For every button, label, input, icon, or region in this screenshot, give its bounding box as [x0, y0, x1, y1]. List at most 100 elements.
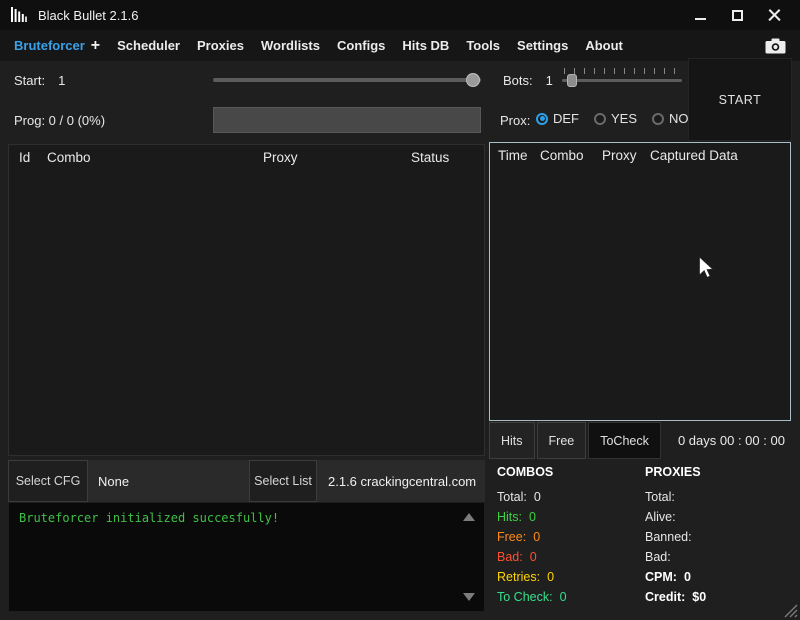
start-label: Start: [14, 73, 45, 89]
menu-item-scheduler[interactable]: Scheduler [117, 38, 180, 53]
window-controls [693, 8, 790, 23]
proxies-title: PROXIES [645, 465, 790, 487]
stat-label: Retries: [497, 570, 540, 584]
select-list-button[interactable]: Select List [249, 460, 317, 502]
prox-radio-group: DEF YES NO [536, 111, 689, 126]
tab-tocheck[interactable]: ToCheck [588, 422, 661, 459]
camera-icon[interactable] [765, 38, 786, 54]
radio-no-icon [652, 113, 664, 125]
column-header-status[interactable]: Status [411, 150, 449, 165]
app-logo-icon [10, 6, 28, 24]
column-header-hits-proxy[interactable]: Proxy [602, 148, 637, 163]
maximize-button[interactable] [730, 8, 745, 23]
tab-hits[interactable]: Hits [489, 422, 535, 459]
bots-slider-thumb[interactable] [567, 74, 577, 87]
scroll-up-icon[interactable] [463, 513, 475, 521]
progress-label: Prog: 0 / 0 (0%) [14, 113, 105, 129]
tab-free[interactable]: Free [537, 422, 587, 459]
stat-row-hits: Hits: 0 [497, 507, 642, 527]
prox-label: Prox: [500, 113, 530, 129]
bots-field: Bots: 1 [503, 73, 553, 89]
prox-option-yes[interactable]: YES [594, 111, 637, 126]
start-field: Start: 1 [14, 73, 65, 89]
stat-row-proxies-total: Total: [645, 487, 790, 507]
stat-value: 0 [560, 590, 567, 604]
column-header-id[interactable]: Id [19, 150, 30, 165]
config-bar: Select CFG None Select List 2.1.6 cracki… [8, 460, 485, 502]
stat-label: To Check: [497, 590, 553, 604]
menu-item-hitsdb[interactable]: Hits DB [402, 38, 449, 53]
start-slider-track[interactable] [213, 78, 481, 82]
maximize-icon [732, 10, 743, 21]
progress-bar [213, 107, 481, 133]
combos-title: COMBOS [497, 465, 642, 487]
stat-value: 0 [533, 530, 540, 544]
stat-value: 0 [547, 570, 554, 584]
stat-value: 0 [684, 570, 691, 584]
column-header-proxy[interactable]: Proxy [263, 150, 298, 165]
log-output[interactable]: Bruteforcer initialized succesfully! [8, 502, 485, 612]
results-panel: Id Combo Proxy Status [8, 144, 485, 456]
menu-item-wordlists[interactable]: Wordlists [261, 38, 320, 53]
stat-label: Total: [497, 490, 527, 504]
stat-value: 0 [530, 550, 537, 564]
prox-option-def[interactable]: DEF [536, 111, 579, 126]
start-value: 1 [58, 73, 65, 89]
radio-yes-label: YES [611, 111, 637, 126]
stat-row-alive: Alive: [645, 507, 790, 527]
hits-list[interactable] [490, 169, 790, 420]
hits-panel: Time Combo Proxy Captured Data [489, 142, 791, 421]
menubar: Bruteforcer + Scheduler Proxies Wordlist… [0, 30, 800, 61]
minimize-icon [695, 18, 706, 20]
bots-value: 1 [546, 73, 553, 89]
resize-grip[interactable] [784, 604, 798, 618]
close-button[interactable] [767, 8, 782, 23]
stat-row-proxies-bad: Bad: [645, 547, 790, 567]
stat-row-credit: Credit: $0 [645, 587, 790, 607]
proxies-stats: PROXIES Total: Alive: Banned: Bad: CPM: … [645, 465, 790, 607]
radio-no-label: NO [669, 111, 689, 126]
menu-item-tools[interactable]: Tools [466, 38, 500, 53]
column-header-combo[interactable]: Combo [47, 150, 91, 165]
start-slider[interactable] [213, 70, 481, 90]
stat-row-free: Free: 0 [497, 527, 642, 547]
prox-option-no[interactable]: NO [652, 111, 689, 126]
elapsed-timer: 0 days 00 : 00 : 00 [663, 422, 800, 459]
menu-item-about[interactable]: About [585, 38, 623, 53]
menu-item-proxies[interactable]: Proxies [197, 38, 244, 53]
radio-def-label: DEF [553, 111, 579, 126]
stat-label: Total: [645, 490, 675, 504]
start-button[interactable]: START [688, 58, 792, 141]
menu-item-bruteforcer[interactable]: Bruteforcer [14, 38, 85, 53]
menu-item-configs[interactable]: Configs [337, 38, 385, 53]
column-header-captured-data[interactable]: Captured Data [650, 148, 738, 163]
stat-row-cpm: CPM: 0 [645, 567, 790, 587]
stat-value: $0 [692, 590, 706, 604]
radio-yes-icon [594, 113, 606, 125]
config-name-value: None [88, 460, 249, 502]
stat-label: CPM: [645, 570, 677, 584]
minimize-button[interactable] [693, 8, 708, 23]
pin-plus-icon[interactable]: + [91, 37, 100, 55]
hits-header-row: Time Combo Proxy Captured Data [490, 143, 790, 169]
bots-slider-track[interactable] [562, 79, 682, 82]
menu-item-settings[interactable]: Settings [517, 38, 568, 53]
stat-row-bad: Bad: 0 [497, 547, 642, 567]
app-window: Black Bullet 2.1.6 Bruteforcer + Schedul… [0, 0, 800, 620]
bots-slider[interactable] [562, 68, 682, 88]
column-header-time[interactable]: Time [498, 148, 528, 163]
hits-tabs-strip: Hits Free ToCheck 0 days 00 : 00 : 00 [489, 422, 800, 459]
stat-label: Hits: [497, 510, 522, 524]
scroll-down-icon[interactable] [463, 593, 475, 601]
stat-label: Bad: [645, 550, 671, 564]
start-slider-thumb[interactable] [466, 73, 480, 87]
column-header-hits-combo[interactable]: Combo [540, 148, 584, 163]
titlebar: Black Bullet 2.1.6 [0, 0, 800, 30]
stat-value: 0 [534, 490, 541, 504]
combos-stats: COMBOS Total: 0 Hits: 0 Free: 0 Bad: 0 R… [497, 465, 642, 607]
results-list[interactable] [9, 171, 484, 455]
results-header-row: Id Combo Proxy Status [9, 145, 484, 171]
stat-label: Banned: [645, 530, 692, 544]
stat-label: Alive: [645, 510, 676, 524]
select-cfg-button[interactable]: Select CFG [8, 460, 88, 502]
